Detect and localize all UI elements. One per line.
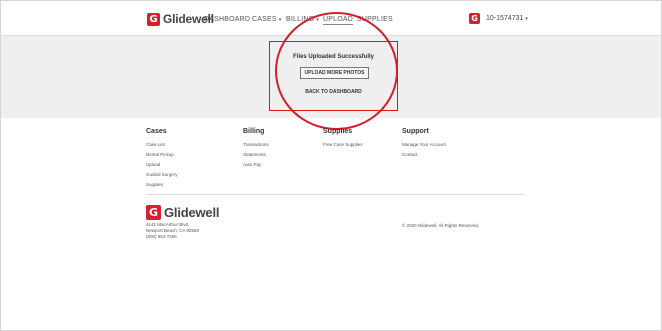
footer-column-supplies: Supplies Free Case Supplies [323, 128, 363, 150]
back-to-dashboard-link[interactable]: BACK TO DASHBOARD [270, 89, 397, 95]
footer-link[interactable]: Dental Pickup [146, 150, 178, 160]
footer-link[interactable]: Guided Surgery [146, 170, 178, 180]
footer-heading: Billing [243, 128, 265, 135]
footer-divider [146, 194, 525, 195]
nav-billing[interactable]: BILLING ▾ [286, 16, 319, 23]
footer-link[interactable]: Contact [402, 150, 446, 160]
account-menu[interactable]: G 10-1574731 ▾ [469, 13, 528, 24]
chevron-down-icon: ▾ [525, 16, 528, 22]
nav-supplies-label: SUPPLIES [357, 16, 393, 23]
footer-heading: Cases [146, 128, 167, 135]
nav-upload[interactable]: UPLOAD [323, 16, 353, 25]
footer-link[interactable]: Manage Your Account [402, 140, 446, 150]
footer-heading: Support [402, 128, 429, 135]
account-logo-icon: G [469, 13, 480, 24]
footer-link[interactable]: Free Case Supplies [323, 140, 363, 150]
footer-column-support: Support Manage Your Account Contact [402, 128, 446, 160]
footer-logo[interactable]: G Glidewell [146, 205, 219, 220]
footer-column-cases: Cases Case List Dental Pickup Upload Gui… [146, 128, 178, 190]
footer-brand-name: Glidewell [164, 205, 220, 220]
nav-upload-label: UPLOAD [323, 16, 353, 23]
footer-column-billing: Billing Transactions Statements Auto Pay [243, 128, 269, 170]
footer-link[interactable]: Transactions [243, 140, 269, 150]
nav-cases[interactable]: CASES ▾ [252, 16, 281, 23]
copyright-notice: © 2020 Glidewell. All Rights Reserved. [402, 223, 480, 228]
footer-link[interactable]: Auto Pay [243, 160, 269, 170]
footer-heading: Supplies [323, 128, 353, 135]
nav-cases-label: CASES [252, 16, 277, 23]
chevron-down-icon: ▾ [316, 17, 319, 23]
nav-billing-label: BILLING [286, 16, 315, 23]
glidewell-logo-icon: G [146, 205, 161, 220]
phone-number: (800) 854-7256 [146, 234, 177, 239]
chevron-down-icon: ▾ [278, 17, 282, 23]
success-title: Files Uploaded Successfully [292, 54, 375, 60]
footer-link[interactable]: Case List [146, 140, 178, 150]
footer-link[interactable]: Statements [243, 150, 269, 160]
upload-success-panel: Files Uploaded Successfully UPLOAD MORE … [269, 41, 398, 111]
footer-address: 4141 MacArthur Blvd. Newport Beach, CA 9… [146, 222, 199, 240]
glidewell-logo-icon: G [147, 12, 160, 26]
footer-link[interactable]: Upload [146, 160, 178, 170]
nav-supplies[interactable]: SUPPLIES [357, 16, 393, 23]
top-nav: G Glidewell DASHBOARD CASES ▾ BILLING ▾ UP… [1, 1, 661, 36]
account-number: 10-1574731 ▾ [486, 15, 528, 22]
nav-dashboard[interactable]: DASHBOARD [204, 16, 250, 23]
nav-dashboard-label: DASHBOARD [204, 16, 251, 23]
footer-link[interactable]: Supplies [146, 180, 178, 190]
upload-more-photos-button[interactable]: UPLOAD MORE PHOTOS [300, 67, 369, 79]
